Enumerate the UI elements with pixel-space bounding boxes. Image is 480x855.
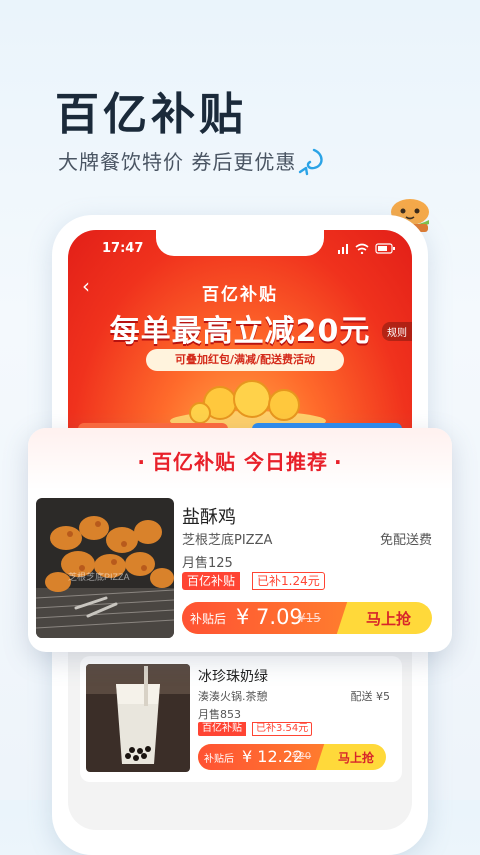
item1-old-price: ¥15 <box>298 611 321 625</box>
item2-subsidy: 已补3.54元 <box>252 722 313 736</box>
title-dot-left: · <box>137 450 147 474</box>
battery-icon <box>375 243 395 254</box>
phone-notch <box>156 230 324 256</box>
item1-subsidy: 已补1.24元 <box>252 572 325 590</box>
recommend-card: · 百亿补贴 今日推荐 · 芝根芝底PIZZA 盐酥鸡 芝根芝底PIZZA 免配送费… <box>28 428 452 652</box>
item1-shop: 芝根芝底PIZZA <box>182 533 273 548</box>
status-icons <box>338 243 395 254</box>
fried-chicken-photo: 芝根芝底PIZZA <box>36 498 174 638</box>
item1-tag: 百亿补贴 <box>182 572 241 590</box>
item1-grab-button[interactable]: 马上抢 <box>366 608 411 629</box>
item2-grab-button[interactable]: 马上抢 <box>338 749 374 766</box>
item1-price-label: 补贴后 <box>190 612 227 626</box>
rule-button[interactable]: 规则 <box>382 322 412 341</box>
swirl-arrow-icon <box>298 148 323 176</box>
item1-price: ¥ 7.09 <box>236 605 303 629</box>
signal-icon <box>338 244 348 254</box>
banner-headline: 每单最高立减20元 <box>109 314 371 349</box>
item1-sales: 月售125 <box>182 556 233 571</box>
photo-watermark: 芝根芝底PIZZA <box>68 571 130 582</box>
wifi-icon <box>355 243 369 254</box>
recommend-title: · 百亿补贴 今日推荐 · <box>28 446 452 475</box>
milk-tea-photo <box>86 664 190 772</box>
item2-name: 冰珍珠奶绿 <box>198 669 268 685</box>
item2-price-label: 补贴后 <box>204 754 234 765</box>
item2-delivery: 配送 ¥5 <box>350 690 391 703</box>
recommend-title-text: 百亿补贴 今日推荐 <box>152 450 328 474</box>
item2-buy-bar[interactable]: 补贴后 ¥ 12.22 ¥20 马上抢 <box>198 744 386 770</box>
item2-shop: 湊湊火锅.茶憩 <box>198 690 268 703</box>
item2-tag: 百亿补贴 <box>198 722 246 736</box>
banner-title: 百亿补贴 <box>202 285 278 305</box>
item2-old-price: ¥20 <box>292 751 312 762</box>
item2-sales: 月售853 <box>198 708 241 721</box>
hero-subline: 大牌餐饮特价 券后更优惠 <box>58 150 297 174</box>
status-time: 17:47 <box>102 241 144 256</box>
subsidy-banner: 17:47 ‹ 百亿补贴 每单最高立减20元 规则 可叠加红包/满减/配送费活动 <box>68 230 412 440</box>
hero-headline: 百亿补贴 <box>55 89 247 140</box>
item1-delivery: 免配送费 <box>379 533 432 548</box>
stacking-pill: 可叠加红包/满减/配送费活动 <box>146 349 344 371</box>
item1-buy-bar[interactable]: 补贴后 ¥ 7.09 ¥15 马上抢 <box>182 602 432 634</box>
title-dot-right: · <box>333 450 343 474</box>
item1-name: 盐酥鸡 <box>182 507 236 528</box>
product-card-2[interactable]: 冰珍珠奶绿 湊湊火锅.茶憩 配送 ¥5 月售853 百亿补贴 已补3.54元 补… <box>80 656 402 782</box>
